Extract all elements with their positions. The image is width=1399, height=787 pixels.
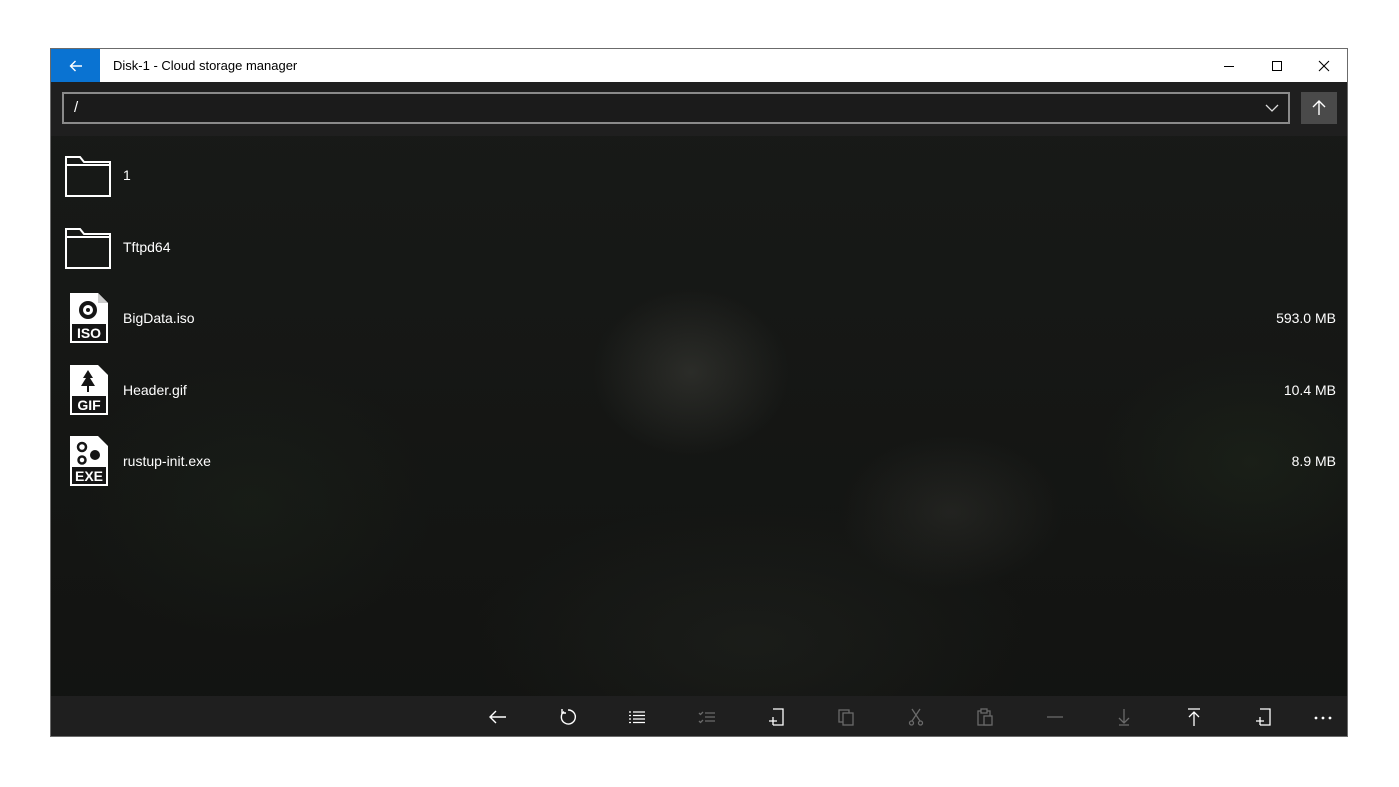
folder-icon: [65, 156, 111, 197]
file-size: 10.4 MB: [1283, 381, 1336, 398]
exe-file-icon: EXE: [70, 436, 108, 487]
arrow-up-icon: [1312, 100, 1326, 115]
command-bar: [51, 696, 1347, 736]
file-row-bigdata-iso[interactable]: ISO BigData.iso 593.0 MB: [51, 283, 1347, 355]
new-item-icon: [769, 708, 784, 726]
close-button[interactable]: [1301, 49, 1347, 82]
path-value: /: [74, 99, 79, 116]
gif-badge: GIF: [77, 397, 101, 413]
exe-badge: EXE: [75, 468, 103, 484]
content-area: / 1 Tftpd64 ISO BigData.iso 593.0 MB GIF…: [51, 82, 1347, 736]
path-combobox[interactable]: /: [62, 92, 1290, 124]
title-bar: Disk-1 - Cloud storage manager: [51, 49, 1347, 82]
remove-icon: [1047, 716, 1063, 718]
paste-button[interactable]: [963, 696, 1007, 736]
back-button[interactable]: [476, 696, 520, 736]
file-name: Tftpd64: [123, 238, 171, 255]
upload-icon: [1188, 708, 1200, 726]
select-list-icon: [698, 711, 715, 724]
new-file-icon: [1256, 708, 1271, 726]
select-list-button[interactable]: [685, 696, 729, 736]
maximize-icon: [1272, 60, 1282, 71]
remove-button[interactable]: [1033, 696, 1077, 736]
file-row-rustup-init-exe[interactable]: EXE rustup-init.exe 8.9 MB: [51, 426, 1347, 498]
iso-badge: ISO: [77, 325, 101, 341]
file-row-1[interactable]: 1: [51, 140, 1347, 212]
minimize-icon: [1224, 65, 1234, 67]
gif-file-icon: GIF: [70, 364, 108, 415]
new-item-button[interactable]: [755, 696, 799, 736]
file-name: Header.gif: [123, 381, 187, 398]
app-window: Disk-1 - Cloud storage manager / 1 Tftpd…: [50, 48, 1348, 737]
download-button[interactable]: [1102, 696, 1146, 736]
back-arrow-icon: [489, 710, 506, 724]
file-size: 593.0 MB: [1276, 310, 1336, 327]
close-icon: [1318, 60, 1330, 71]
upload-button[interactable]: [1172, 696, 1216, 736]
paste-icon: [977, 708, 993, 726]
minimize-button[interactable]: [1206, 49, 1252, 82]
download-icon: [1118, 709, 1130, 726]
title-back-button[interactable]: [51, 49, 100, 82]
back-arrow-icon: [69, 60, 82, 71]
chevron-down-icon: [1265, 104, 1279, 112]
copy-icon: [838, 709, 854, 726]
folder-icon: [65, 227, 111, 269]
file-name: 1: [123, 167, 131, 183]
path-bar: /: [51, 82, 1347, 136]
refresh-button[interactable]: [546, 696, 590, 736]
more-icon: [1314, 716, 1332, 720]
maximize-button[interactable]: [1254, 49, 1300, 82]
more-button[interactable]: [1301, 696, 1345, 736]
up-directory-button[interactable]: [1301, 92, 1337, 124]
new-file-button[interactable]: [1242, 696, 1286, 736]
file-list: 1 Tftpd64 ISO BigData.iso 593.0 MB GIF H…: [51, 140, 1347, 498]
file-row-header-gif[interactable]: GIF Header.gif 10.4 MB: [51, 355, 1347, 427]
cut-button[interactable]: [894, 696, 938, 736]
list-view-icon: [629, 711, 645, 724]
copy-button[interactable]: [824, 696, 868, 736]
refresh-icon: [560, 709, 577, 725]
list-view-button[interactable]: [615, 696, 659, 736]
file-name: BigData.iso: [123, 310, 195, 327]
file-name: rustup-init.exe: [123, 453, 211, 470]
iso-file-icon: ISO: [70, 293, 108, 344]
file-size: 8.9 MB: [1291, 453, 1336, 470]
window-title: Disk-1 - Cloud storage manager: [113, 58, 298, 73]
cut-icon: [908, 708, 924, 726]
file-row-tftpd64[interactable]: Tftpd64: [51, 212, 1347, 284]
